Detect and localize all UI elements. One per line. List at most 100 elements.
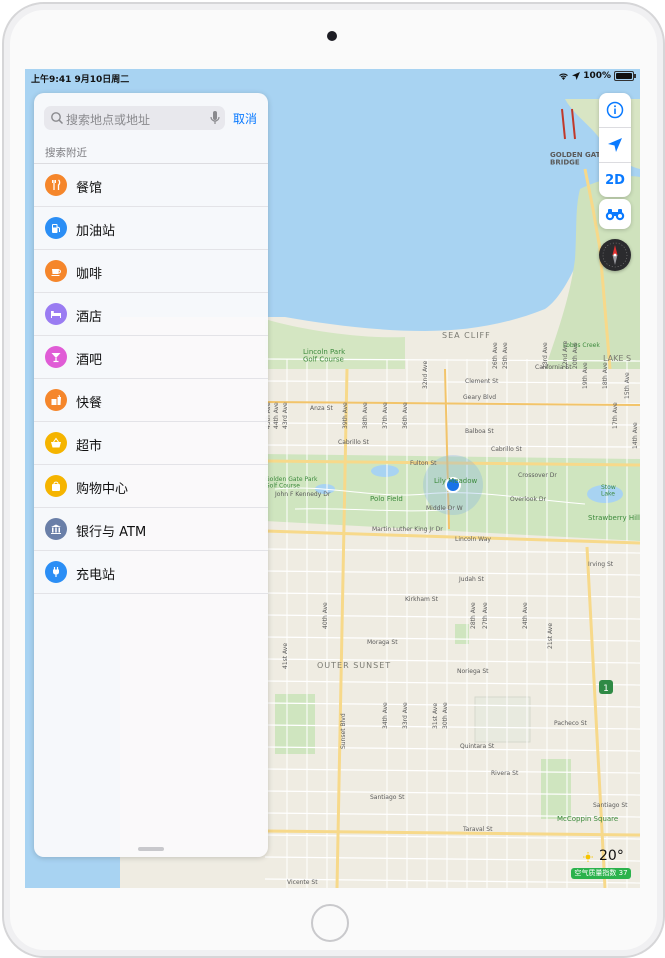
- binoculars-icon: [605, 209, 625, 221]
- nearby-item-label: 加油站: [76, 224, 116, 239]
- binoculars-button[interactable]: [599, 199, 631, 229]
- screen: 1 GOLDEN GATE BRIDGE SEA CLIFF LAKE S Lin…: [25, 69, 640, 888]
- street-rivera: Rivera St: [491, 770, 519, 777]
- street-33rd: 33rd Ave: [402, 702, 409, 729]
- nearby-item-label: 充电站: [76, 568, 116, 583]
- ipad-device: 1 GOLDEN GATE BRIDGE SEA CLIFF LAKE S Lin…: [0, 0, 665, 958]
- info-icon: [606, 101, 624, 119]
- street-32nd: 32nd Ave: [422, 361, 429, 389]
- search-icon: [51, 112, 64, 125]
- street-pacheco: Pacheco St: [554, 720, 588, 727]
- street-14th: 14th Ave: [632, 422, 639, 449]
- bank-icon: [45, 518, 67, 540]
- street-anza: Anza St: [310, 405, 333, 412]
- street-44th: 44th Ave: [273, 402, 280, 429]
- nearby-item-label: 餐馆: [76, 181, 103, 196]
- nearby-item-coffee[interactable]: 咖啡: [34, 250, 268, 293]
- nearby-item-hotels[interactable]: 酒店: [34, 293, 268, 336]
- street-21st: 21st Ave: [547, 623, 554, 649]
- temperature: 20°: [599, 848, 624, 864]
- street-41st: 41st Ave: [282, 643, 289, 669]
- nearby-item-supermarkets[interactable]: 超市: [34, 422, 268, 465]
- street-18th: 18th Ave: [602, 362, 609, 389]
- nearby-item-label: 购物中心: [76, 482, 129, 497]
- nearby-item-banks-atm[interactable]: 银行与 ATM: [34, 508, 268, 551]
- street-kirkham: Kirkham St: [405, 596, 439, 603]
- map-controls: 2D: [599, 93, 631, 197]
- microphone-icon[interactable]: [210, 110, 220, 126]
- street-23rd: 23rd Ave: [542, 342, 549, 369]
- nearby-list: 餐馆 加油站 咖啡 酒店 酒吧 快餐 超市 购物中心 银行与 ATM 充电站: [34, 163, 268, 594]
- shopping-bag-icon: [45, 475, 67, 497]
- nearby-item-label: 酒吧: [76, 353, 103, 368]
- air-quality-badge: 空气质量指数 37: [571, 868, 631, 879]
- status-right: 100%: [558, 71, 636, 81]
- bed-icon: [45, 303, 67, 325]
- street-15th: 15th Ave: [624, 372, 631, 399]
- compass-icon: [602, 242, 628, 268]
- street-40th: 40th Ave: [322, 602, 329, 629]
- street-cabrillo-w: Cabrillo St: [338, 439, 370, 446]
- map-label-sea-cliff: SEA CLIFF: [442, 331, 491, 340]
- nearby-item-bars[interactable]: 酒吧: [34, 336, 268, 379]
- street-37th: 37th Ave: [382, 402, 389, 429]
- nearby-item-label: 银行与 ATM: [76, 525, 147, 540]
- 2d-toggle-button[interactable]: 2D: [599, 163, 631, 197]
- street-quintara: Quintara St: [460, 743, 495, 750]
- nearby-item-label: 超市: [76, 439, 103, 454]
- street-38th: 38th Ave: [362, 402, 369, 429]
- street-fulton: Fulton St: [410, 460, 437, 467]
- nearby-item-restaurants[interactable]: 餐馆: [34, 164, 268, 207]
- street-26th: 26th Ave: [492, 342, 499, 369]
- street-cabrillo-e: Cabrillo St: [491, 446, 523, 453]
- street-middle-dr: Middle Dr W: [426, 505, 463, 512]
- street-irving: Irving St: [588, 561, 614, 568]
- lookaround-button[interactable]: [599, 199, 631, 229]
- home-button[interactable]: [311, 904, 349, 942]
- map-label-polo-field: Polo Field: [370, 495, 403, 503]
- street-28th: 28th Ave: [470, 602, 477, 629]
- nearby-item-gas-stations[interactable]: 加油站: [34, 207, 268, 250]
- nearby-item-label: 酒店: [76, 310, 103, 325]
- battery-icon: [614, 71, 636, 81]
- track-location-button[interactable]: [599, 128, 631, 162]
- street-31st: 31st Ave: [432, 703, 439, 729]
- street-vicente: Vicente St: [287, 879, 318, 886]
- search-panel: 搜索地点或地址 取消 搜索附近 餐馆 加油站 咖啡 酒店 酒吧 快餐 超市 购物…: [34, 93, 268, 857]
- sun-icon: [583, 852, 593, 862]
- street-24th: 24th Ave: [522, 602, 529, 629]
- street-overlook: Overlook Dr: [510, 496, 546, 503]
- search-row: 搜索地点或地址 取消: [44, 106, 260, 130]
- nearby-item-label: 咖啡: [76, 267, 103, 282]
- weather-widget[interactable]: 20° 空气质量指数 37: [571, 848, 633, 880]
- wifi-icon: [559, 73, 569, 80]
- street-santiago-e: Santiago St: [593, 802, 628, 809]
- fast-food-icon: [45, 389, 67, 411]
- map-label-lily-meadow: Lily Meadow: [434, 477, 478, 485]
- nearby-section-title: 搜索附近: [45, 147, 87, 159]
- compass-button[interactable]: [599, 239, 631, 271]
- street-kennedy: John F Kennedy Dr: [274, 491, 331, 498]
- front-camera: [327, 31, 337, 41]
- street-39th: 39th Ave: [342, 402, 349, 429]
- map-label-outer-sunset: OUTER SUNSET: [317, 661, 391, 670]
- fork-knife-icon: [45, 174, 67, 196]
- map-label-strawberry-hill: Strawberry Hill: [588, 514, 640, 522]
- nearby-item-label: 快餐: [76, 396, 103, 411]
- status-bar: 上午9:41 9月10日周二 100%: [25, 69, 640, 85]
- battery-percentage: 100%: [583, 71, 611, 81]
- panel-grabber[interactable]: [138, 847, 164, 851]
- street-sunset-blvd: Sunset Blvd: [340, 713, 347, 749]
- coffee-cup-icon: [45, 260, 67, 282]
- location-arrow-icon: [608, 138, 622, 152]
- nearby-item-shopping-centers[interactable]: 购物中心: [34, 465, 268, 508]
- search-input[interactable]: 搜索地点或地址: [44, 106, 225, 130]
- cancel-button[interactable]: 取消: [233, 110, 257, 127]
- nearby-item-ev-charging[interactable]: 充电站: [34, 551, 268, 594]
- info-button[interactable]: [599, 93, 631, 127]
- street-balboa: Balboa St: [465, 428, 494, 435]
- nearby-item-fast-food[interactable]: 快餐: [34, 379, 268, 422]
- street-25th: 25th Ave: [502, 342, 509, 369]
- street-43rd: 43rd Ave: [282, 402, 289, 429]
- street-22nd: 22nd Ave: [562, 341, 569, 369]
